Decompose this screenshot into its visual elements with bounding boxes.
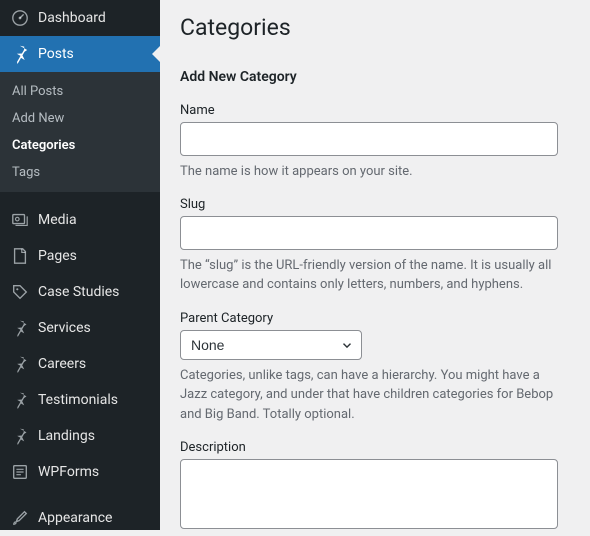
submenu-add-new[interactable]: Add New [0,105,160,132]
sidebar-item-media[interactable]: Media [0,202,160,238]
brush-icon [10,508,30,528]
sidebar-item-label: Pages [38,246,77,266]
field-parent: Parent Category None Categories, unlike … [180,311,570,425]
description-input[interactable] [180,459,558,529]
sidebar-item-label: Testimonials [38,390,118,410]
sidebar-item-pages[interactable]: Pages [0,238,160,274]
sidebar-item-label: Appearance [38,508,112,528]
description-label: Description [180,440,570,455]
submenu-categories[interactable]: Categories [0,132,160,159]
media-icon [10,210,30,230]
sidebar-item-label: Careers [38,354,86,374]
sidebar-item-label: Landings [38,426,95,446]
slug-label: Slug [180,197,570,212]
pushpin-icon [10,44,30,64]
submenu-tags[interactable]: Tags [0,159,160,186]
pushpin-icon [10,354,30,374]
sidebar-item-appearance[interactable]: Appearance [0,500,160,536]
main-content: Categories Add New Category Name The nam… [160,0,590,530]
sidebar-item-wpforms[interactable]: WPForms [0,454,160,490]
form-icon [10,462,30,482]
field-name: Name The name is how it appears on your … [180,103,570,181]
name-label: Name [180,103,570,118]
form-heading: Add New Category [180,69,570,85]
pushpin-icon [10,390,30,410]
sidebar-item-case-studies[interactable]: Case Studies [0,274,160,310]
posts-submenu: All Posts Add New Categories Tags [0,72,160,192]
sidebar-item-label: Posts [38,44,74,64]
admin-sidebar: Dashboard Posts All Posts Add New Catego… [0,0,160,530]
sidebar-item-label: Case Studies [38,282,119,302]
pushpin-icon [10,318,30,338]
field-slug: Slug The “slug” is the URL-friendly vers… [180,197,570,295]
parent-label: Parent Category [180,311,570,326]
sidebar-item-services[interactable]: Services [0,310,160,346]
sidebar-item-testimonials[interactable]: Testimonials [0,382,160,418]
slug-desc: The “slug” is the URL-friendly version o… [180,256,558,295]
sidebar-item-label: Services [38,318,91,338]
sidebar-item-landings[interactable]: Landings [0,418,160,454]
slug-input[interactable] [180,216,558,250]
tag-icon [10,282,30,302]
page-icon [10,246,30,266]
pushpin-icon [10,426,30,446]
sidebar-item-label: Dashboard [38,8,106,28]
dashboard-icon [10,8,30,28]
submenu-all-posts[interactable]: All Posts [0,78,160,105]
sidebar-item-careers[interactable]: Careers [0,346,160,382]
name-desc: The name is how it appears on your site. [180,162,558,182]
parent-desc: Categories, unlike tags, can have a hier… [180,366,558,425]
sidebar-item-label: WPForms [38,462,99,482]
sidebar-item-dashboard[interactable]: Dashboard [0,0,160,36]
name-input[interactable] [180,122,558,156]
sidebar-item-label: Media [38,210,77,230]
sidebar-item-posts[interactable]: Posts [0,36,160,72]
field-description: Description [180,440,570,530]
page-title: Categories [180,14,570,41]
parent-select[interactable]: None [180,330,362,360]
